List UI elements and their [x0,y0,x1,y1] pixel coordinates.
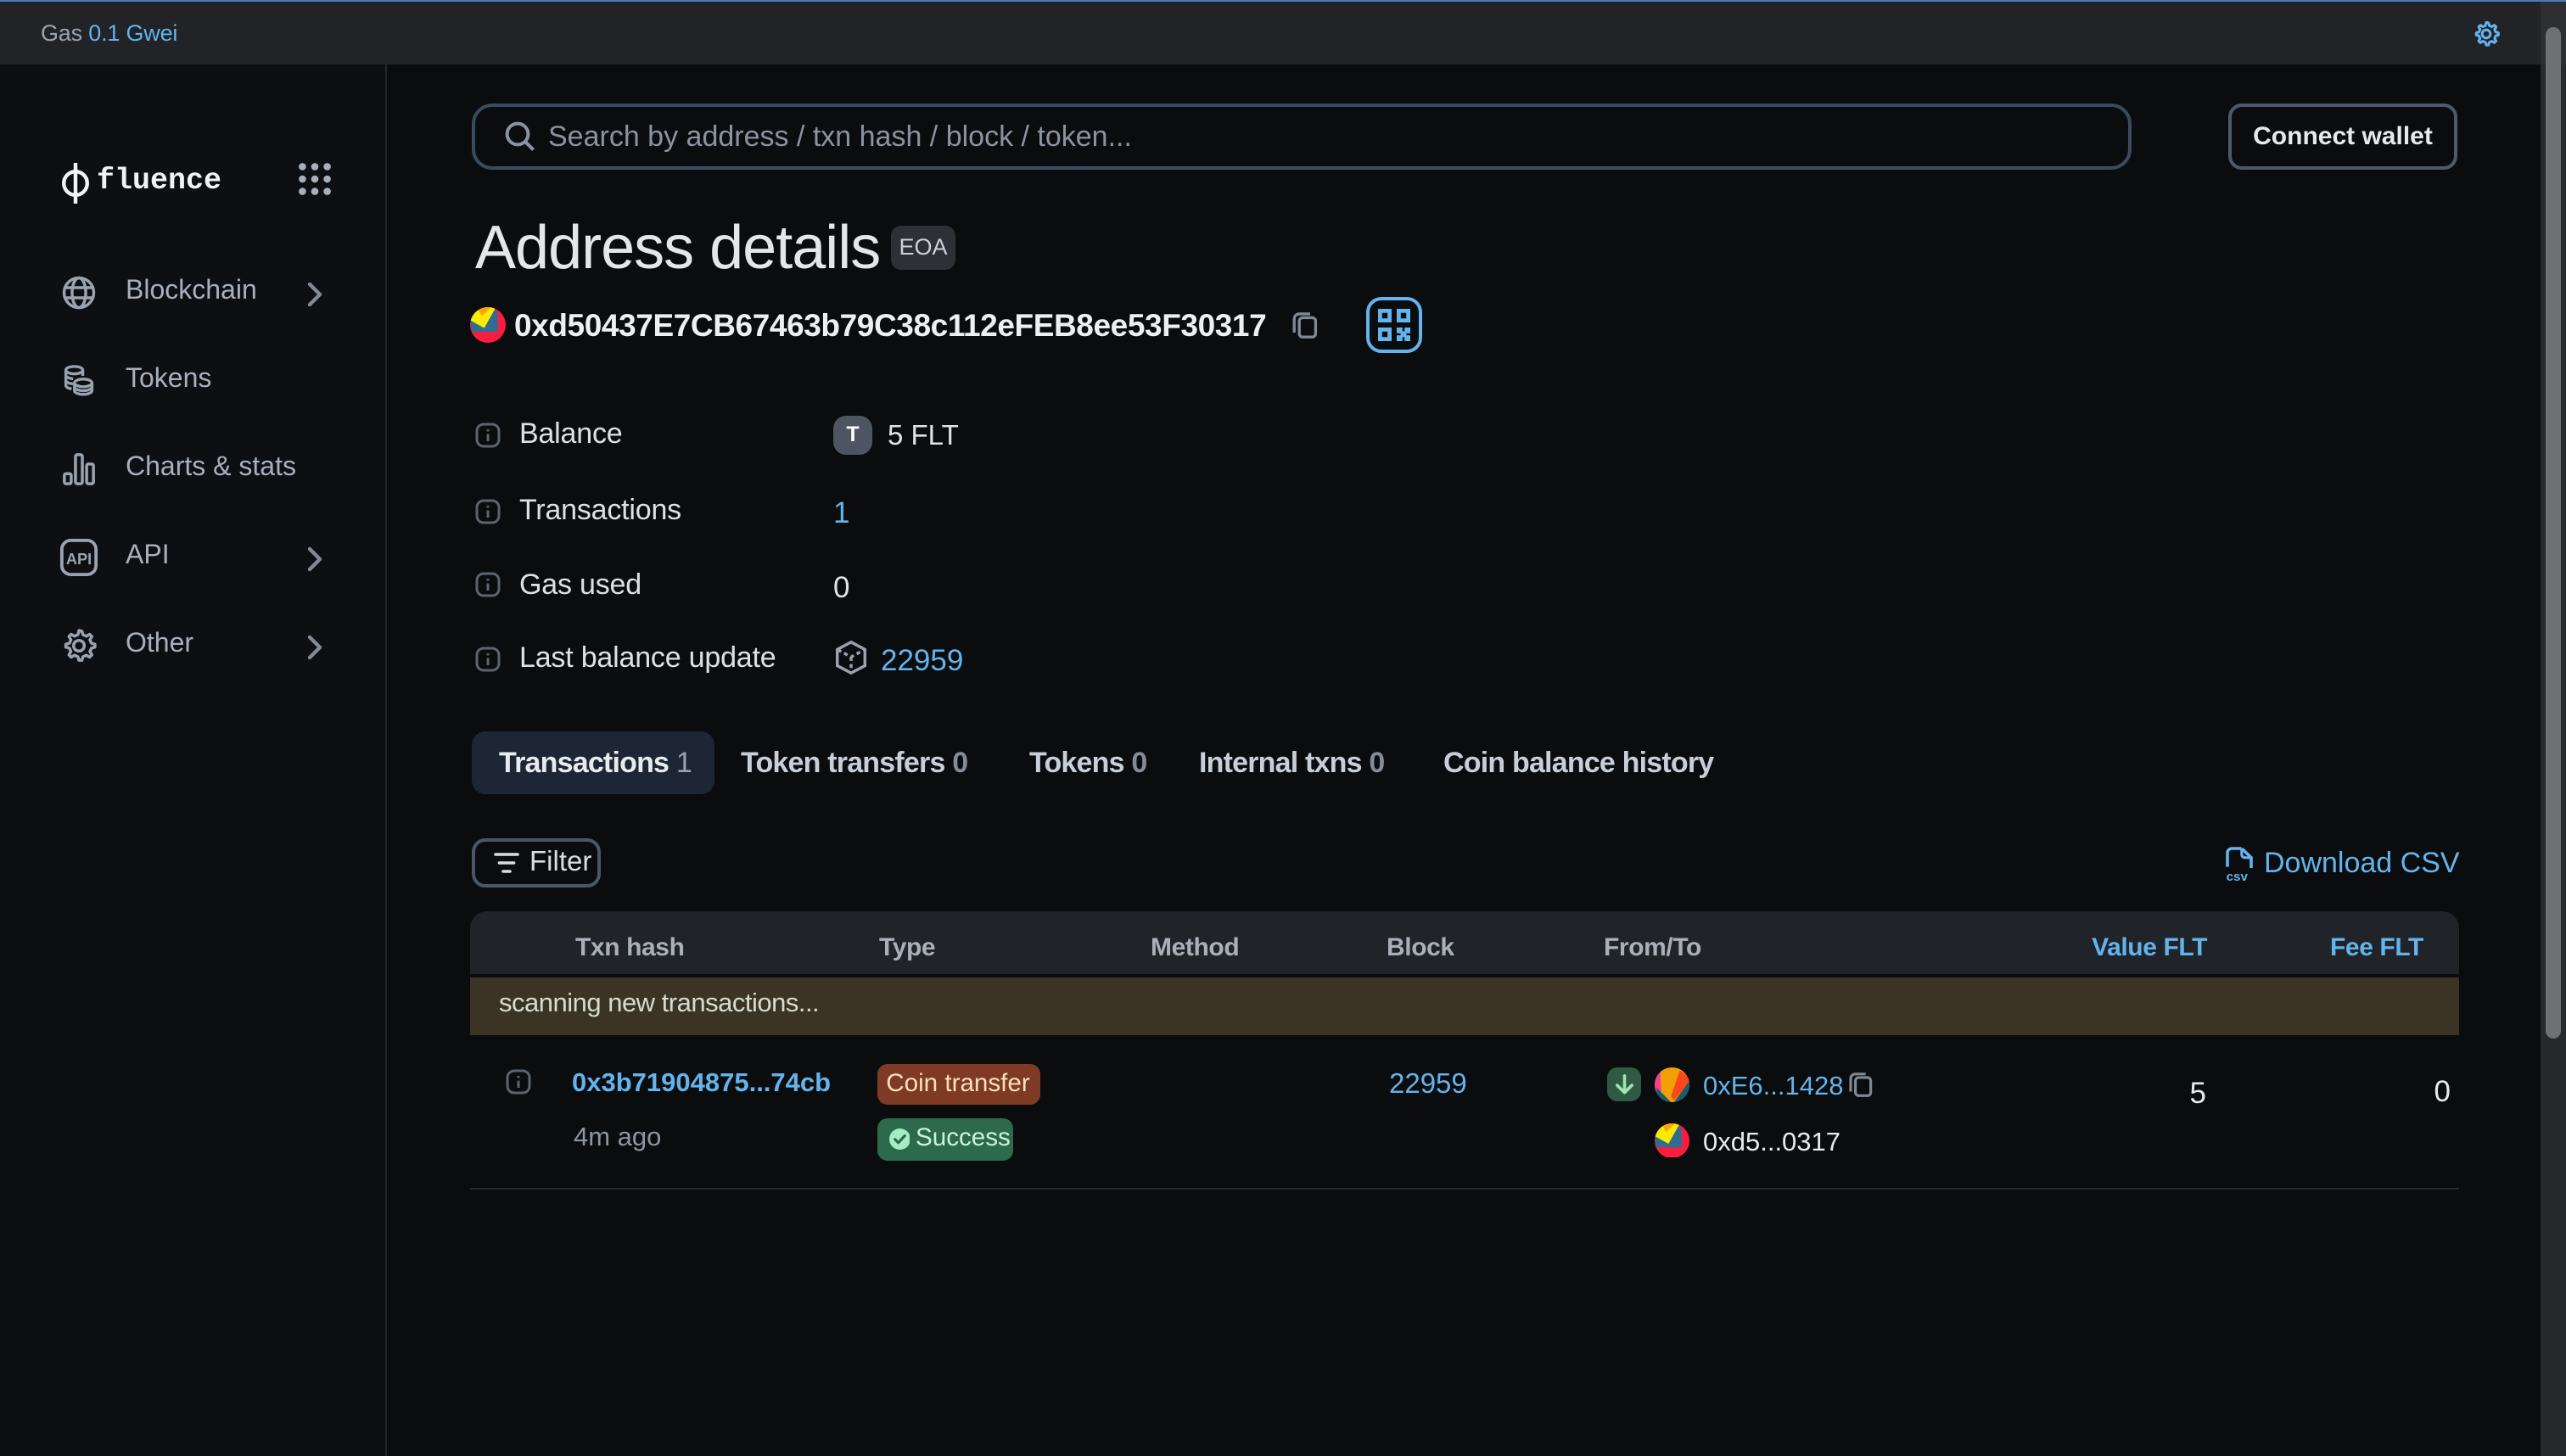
svg-text:API: API [66,551,92,568]
svg-text:csv: csv [2227,870,2249,882]
